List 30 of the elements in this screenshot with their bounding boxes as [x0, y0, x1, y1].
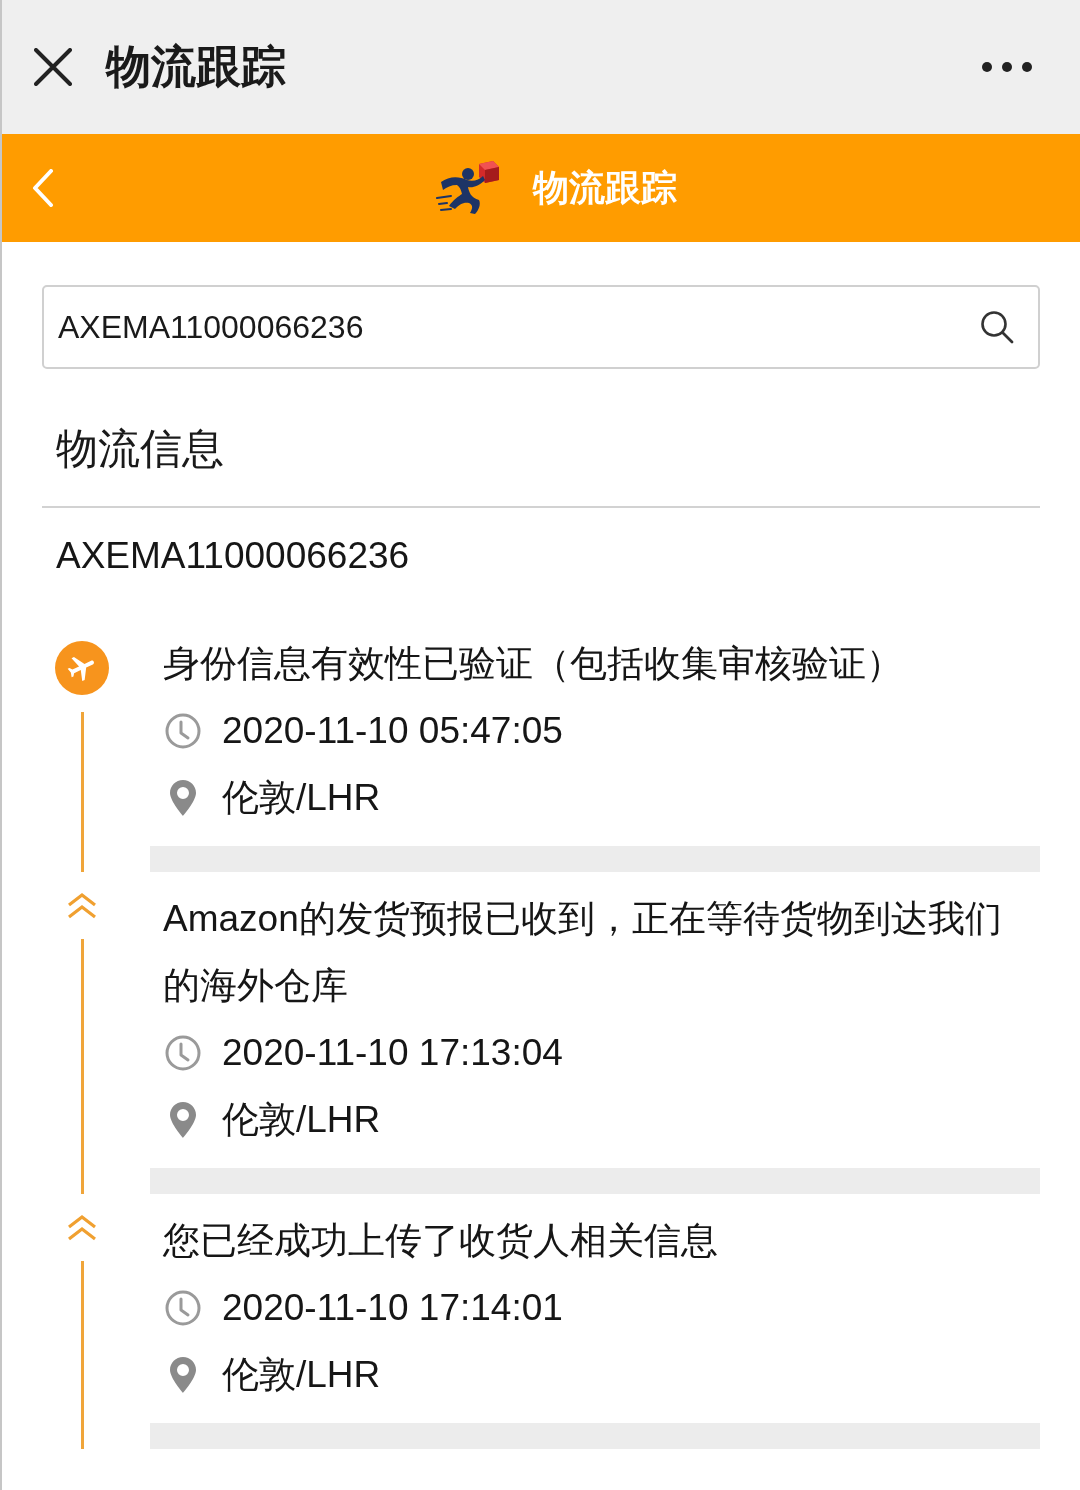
location-pin-icon	[169, 778, 197, 817]
window-title: 物流跟踪	[106, 40, 286, 94]
header-title: 物流跟踪	[533, 166, 677, 210]
double-chevron-up-icon	[66, 892, 98, 920]
location-pin-icon	[169, 1355, 197, 1394]
double-chevron-up-icon	[66, 1214, 98, 1242]
event-description: 身份信息有效性已验证（包括收集审核验证）	[162, 642, 904, 686]
event-description: Amazon的发货预报已收到，正在等待货物到达我们的海外仓库	[162, 897, 1003, 1008]
more-icon	[982, 62, 1032, 72]
event-location: 伦敦/LHR	[222, 1098, 381, 1142]
event-time: 2020-11-10 17:14:01	[222, 1286, 563, 1330]
clock-icon	[165, 1034, 201, 1071]
section-title: 物流信息	[55, 424, 225, 474]
tracking-number: AXEMA11000066236	[55, 534, 411, 578]
courier-logo-icon	[435, 160, 501, 216]
search-field[interactable]: AXEMA11000066236	[42, 285, 1040, 369]
back-icon	[32, 169, 54, 207]
close-button[interactable]	[34, 48, 72, 86]
location-pin-icon	[169, 1100, 197, 1139]
search-icon	[980, 310, 1014, 344]
event-location: 伦敦/LHR	[222, 776, 381, 820]
event-description: 您已经成功上传了收货人相关信息	[162, 1219, 719, 1263]
airplane-icon	[55, 641, 109, 695]
clock-icon	[165, 1289, 201, 1326]
event-location: 伦敦/LHR	[222, 1353, 381, 1397]
event-time: 2020-11-10 05:47:05	[222, 709, 563, 753]
close-icon	[34, 48, 72, 86]
more-button[interactable]	[982, 62, 1032, 72]
clock-icon	[165, 712, 201, 749]
event-time: 2020-11-10 17:13:04	[222, 1031, 563, 1075]
